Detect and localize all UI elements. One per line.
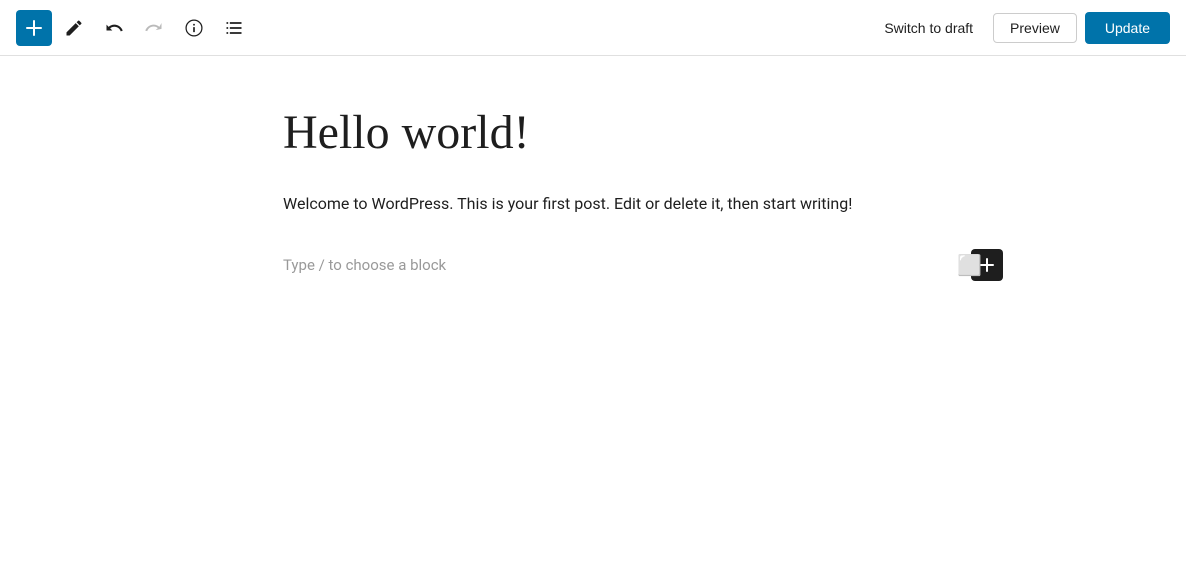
redo-button[interactable] [136,10,172,46]
tools-button[interactable] [56,10,92,46]
preview-button[interactable]: Preview [993,13,1077,43]
list-view-button[interactable] [216,10,252,46]
cursor-indicator: ⬜ [957,256,967,274]
toolbar: Switch to draft Preview Update [0,0,1186,56]
info-button[interactable] [176,10,212,46]
post-paragraph[interactable]: Welcome to WordPress. This is your first… [283,190,903,217]
toolbar-right: Switch to draft Preview Update [872,12,1170,44]
toolbar-left [16,10,252,46]
add-block-button[interactable] [16,10,52,46]
update-button[interactable]: Update [1085,12,1170,44]
block-appender-placeholder: Type / to choose a block [283,256,446,274]
switch-to-draft-button[interactable]: Switch to draft [872,14,985,42]
editor-area: Hello world! Welcome to WordPress. This … [0,56,1186,572]
undo-button[interactable] [96,10,132,46]
block-appender: Type / to choose a block ⬜ [283,245,903,285]
post-title[interactable]: Hello world! [283,104,903,162]
editor-content: Hello world! Welcome to WordPress. This … [283,104,903,524]
